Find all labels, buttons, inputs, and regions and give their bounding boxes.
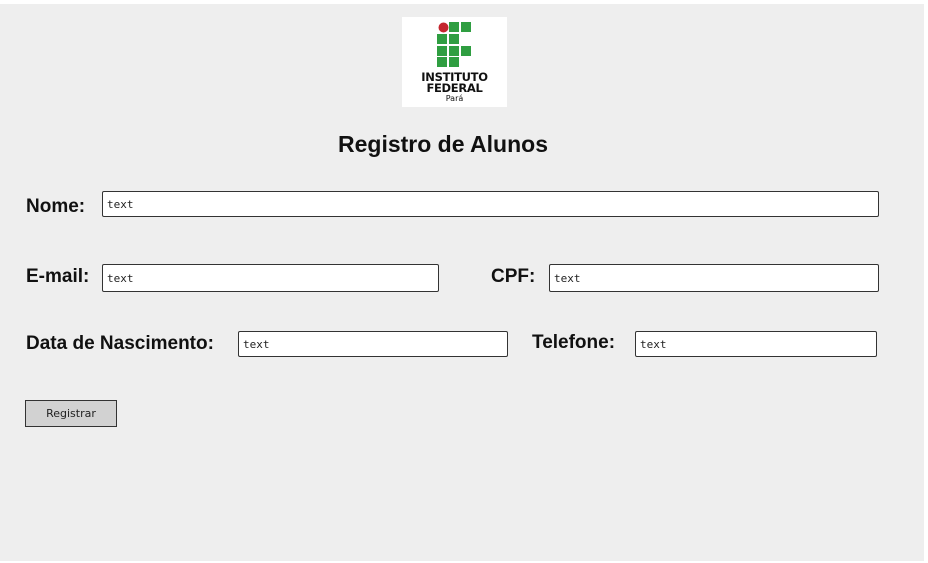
- registrar-button[interactable]: Registrar: [25, 400, 117, 427]
- logo-text-para: Pará: [445, 94, 464, 103]
- telefone-label: Telefone:: [532, 332, 616, 353]
- logo-text-federal: FEDERAL: [426, 81, 483, 95]
- cpf-input[interactable]: [549, 264, 879, 292]
- page-title: Registro de Alunos: [338, 131, 548, 157]
- data-nascimento-input[interactable]: [238, 331, 508, 357]
- data-nascimento-label: Data de Nascimento:: [26, 333, 214, 354]
- telefone-input[interactable]: [635, 331, 877, 357]
- logo-mark-icon: [437, 22, 471, 67]
- cpf-label: CPF:: [491, 266, 536, 287]
- form-canvas: INSTITUTO FEDERAL Pará Registro de Aluno…: [0, 4, 924, 561]
- institute-logo: INSTITUTO FEDERAL Pará: [402, 17, 507, 107]
- nome-label: Nome:: [26, 196, 86, 217]
- nome-input[interactable]: [102, 191, 879, 217]
- email-input[interactable]: [102, 264, 439, 292]
- email-label: E-mail:: [26, 266, 90, 287]
